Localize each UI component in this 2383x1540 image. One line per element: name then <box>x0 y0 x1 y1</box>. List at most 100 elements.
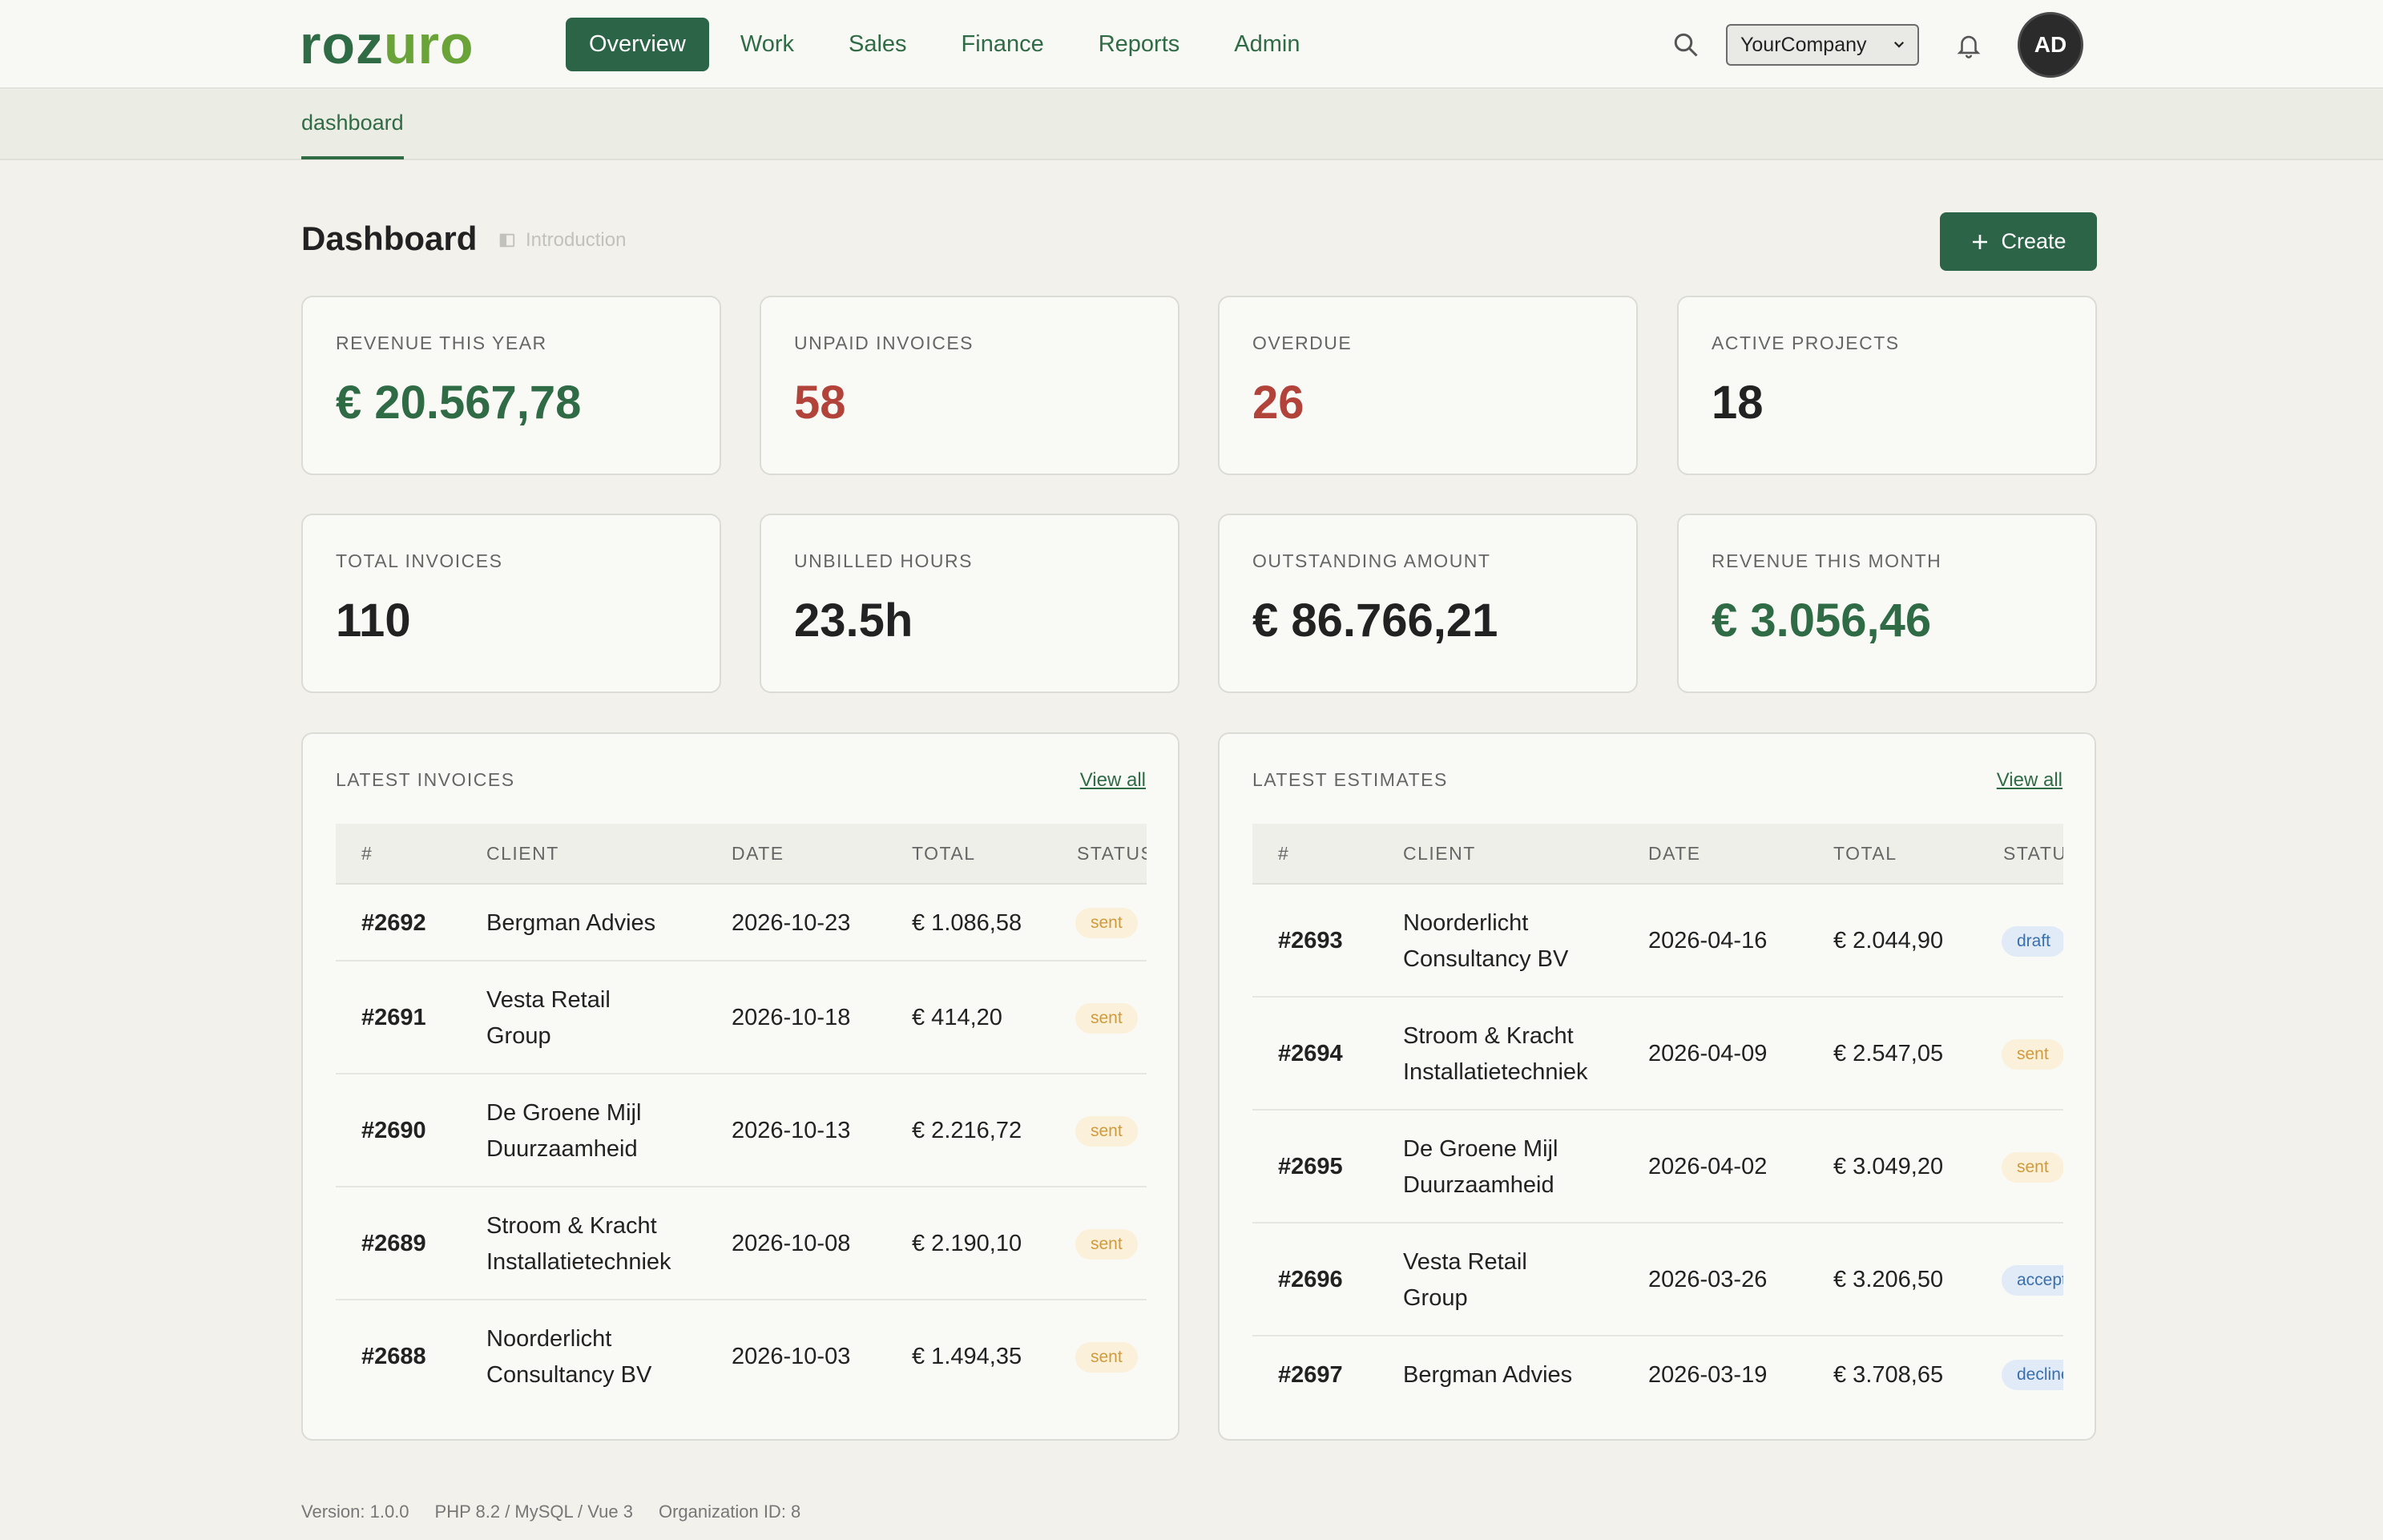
status-badge: sent <box>2002 1151 2063 1183</box>
nav-item-reports[interactable]: Reports <box>1075 18 1204 71</box>
status-badge: sent <box>1075 908 1138 938</box>
table-row[interactable]: #2688 Noorderlicht Consultancy BV 2026-10-0… <box>336 1300 1147 1413</box>
stat-card: REVENUE THIS MONTH € 3.056,46 <box>1677 514 2097 693</box>
row-date: 2026-04-09 <box>1648 1041 1768 1066</box>
status-badge: accepted <box>2002 1264 2063 1296</box>
column-header: TOTAL <box>1833 843 1897 864</box>
row-total: € 2.216,72 <box>912 1118 1022 1143</box>
stat-label: REVENUE THIS MONTH <box>1712 550 1942 571</box>
row-number[interactable]: #2695 <box>1278 1149 1343 1185</box>
table-row[interactable]: #2692 Bergman Advies 2026-10-23 € 1.086,58 s… <box>336 885 1147 961</box>
row-date: 2026-10-23 <box>732 909 851 936</box>
create-button[interactable]: Create <box>1940 212 2097 271</box>
row-date: 2026-03-26 <box>1648 1267 1768 1292</box>
bell-icon[interactable] <box>1955 30 1982 60</box>
row-number[interactable]: #2688 <box>361 1339 426 1375</box>
status-badge: sent <box>1075 1341 1138 1373</box>
row-number[interactable]: #2693 <box>1278 923 1343 959</box>
stat-card: UNPAID INVOICES 58 <box>760 296 1179 475</box>
introduction-link[interactable]: Introduction <box>498 229 626 252</box>
table-row[interactable]: #2697 Bergman Advies 2026-03-19 € 3.708,65 d… <box>1252 1336 2063 1413</box>
table-row[interactable]: #2696 Vesta Retail Group 2026-03-26 € 3.206,… <box>1252 1224 2063 1336</box>
row-date: 2026-03-19 <box>1648 1361 1768 1388</box>
stat-label: OUTSTANDING AMOUNT <box>1252 550 1491 571</box>
search-icon[interactable] <box>1671 30 1700 59</box>
stat-card: ACTIVE PROJECTS 18 <box>1677 296 2097 475</box>
nav-item-work[interactable]: Work <box>717 18 817 71</box>
table-row[interactable]: #2689 Stroom & Kracht Installatietechniek 2… <box>336 1187 1147 1300</box>
status-badge: sent <box>1075 1228 1138 1260</box>
invoices-table: # CLIENT DATE TOTAL STATUS #2692 Bergman Advie… <box>336 824 1147 1413</box>
row-client: Bergman Advies <box>1403 1361 1573 1388</box>
stat-value: 26 <box>1252 377 1304 429</box>
latest-estimates-panel: LATEST ESTIMATES View all # CLIENT DATE TOT… <box>1218 732 2096 1441</box>
nav-item-admin[interactable]: Admin <box>1211 18 1323 71</box>
table-row[interactable]: #2694 Stroom & Kracht Installatietechniek 2… <box>1252 998 2063 1111</box>
row-number[interactable]: #2692 <box>361 905 426 941</box>
stat-card: REVENUE THIS YEAR € 20.567,78 <box>301 296 721 475</box>
row-client: Installatietechniek <box>1403 1058 1588 1085</box>
row-total: € 3.708,65 <box>1833 1361 1944 1388</box>
column-header: # <box>361 843 373 864</box>
stat-label: ACTIVE PROJECTS <box>1712 333 1900 353</box>
stat-value: 58 <box>794 377 846 429</box>
nav-item-overview[interactable]: Overview <box>566 18 709 71</box>
row-total: € 2.190,10 <box>912 1231 1022 1256</box>
row-number[interactable]: #2691 <box>361 1000 426 1036</box>
top-navbar: rozuro Overview Work Sales Finance Reports Ad… <box>0 0 2383 89</box>
stat-value: € 86.766,21 <box>1252 595 1498 647</box>
nav-item-finance[interactable]: Finance <box>938 18 1067 71</box>
logo-text-a: roz <box>300 14 384 75</box>
stat-label: UNPAID INVOICES <box>794 333 974 353</box>
status-badge: sent <box>2002 1038 2063 1070</box>
row-client: Stroom & Kracht <box>1403 1022 1574 1049</box>
table-row[interactable]: #2690 De Groene Mijl Duurzaamheid 2026-10-1… <box>336 1074 1147 1187</box>
row-number[interactable]: #2696 <box>1278 1262 1343 1298</box>
stat-label: TOTAL INVOICES <box>336 550 503 571</box>
footer-org-id: Organization ID: 8 <box>658 1502 801 1522</box>
row-date: 2026-04-02 <box>1648 1154 1768 1179</box>
table-row[interactable]: #2695 De Groene Mijl Duurzaamheid 2026-04-0… <box>1252 1111 2063 1224</box>
stat-value: € 20.567,78 <box>336 377 582 429</box>
page-title: Dashboard <box>301 220 478 257</box>
footer-stack: PHP 8.2 / MySQL / Vue 3 <box>434 1502 633 1522</box>
row-client: Vesta Retail <box>1403 1248 1527 1275</box>
estimates-table: # CLIENT DATE TOTAL STATUS #2693 Noorderlicht C… <box>1252 824 2063 1413</box>
table-row[interactable]: #2691 Vesta Retail Group 2026-10-18 € 414,20… <box>336 961 1147 1074</box>
row-number[interactable]: #2697 <box>1278 1357 1343 1393</box>
row-total: € 2.044,90 <box>1833 928 1944 953</box>
stat-value: 110 <box>336 595 411 647</box>
nav-item-sales[interactable]: Sales <box>825 18 930 71</box>
row-client: Consultancy BV <box>1403 945 1569 972</box>
company-select[interactable]: YourCompany <box>1726 24 1919 66</box>
column-header: STATUS <box>1077 843 1147 864</box>
table-row[interactable]: #2693 Noorderlicht Consultancy BV 2026-04-1… <box>1252 885 2063 998</box>
row-client: Stroom & Kracht <box>486 1212 657 1239</box>
row-number[interactable]: #2689 <box>361 1226 426 1262</box>
row-date: 2026-04-16 <box>1648 928 1768 953</box>
row-client: Vesta Retail <box>486 986 611 1013</box>
row-client: Noorderlicht <box>486 1325 612 1352</box>
row-total: € 1.086,58 <box>912 909 1022 936</box>
panel-title: LATEST ESTIMATES <box>1252 769 1448 790</box>
column-header: CLIENT <box>486 843 559 864</box>
row-number[interactable]: #2694 <box>1278 1036 1343 1072</box>
stat-label: UNBILLED HOURS <box>794 550 973 571</box>
avatar[interactable]: AD <box>2018 12 2083 78</box>
status-badge: declined <box>2002 1360 2063 1390</box>
view-all-estimates-link[interactable]: View all <box>1997 769 2062 792</box>
plus-icon <box>1973 234 1988 249</box>
row-client: De Groene Mijl <box>486 1099 642 1126</box>
column-header: TOTAL <box>912 843 976 864</box>
sub-navbar: dashboard <box>0 90 2383 160</box>
brand-logo[interactable]: rozuro <box>300 14 474 75</box>
tab-dashboard[interactable]: dashboard <box>301 111 404 159</box>
stat-value: € 3.056,46 <box>1712 595 1932 647</box>
row-client: Noorderlicht <box>1403 909 1529 936</box>
stat-card: OVERDUE 26 <box>1218 296 1638 475</box>
view-all-invoices-link[interactable]: View all <box>1080 769 1146 792</box>
row-number[interactable]: #2690 <box>361 1113 426 1149</box>
chevron-down-icon <box>1893 41 1905 48</box>
row-date: 2026-10-13 <box>732 1118 851 1143</box>
row-total: € 414,20 <box>912 1005 1002 1030</box>
